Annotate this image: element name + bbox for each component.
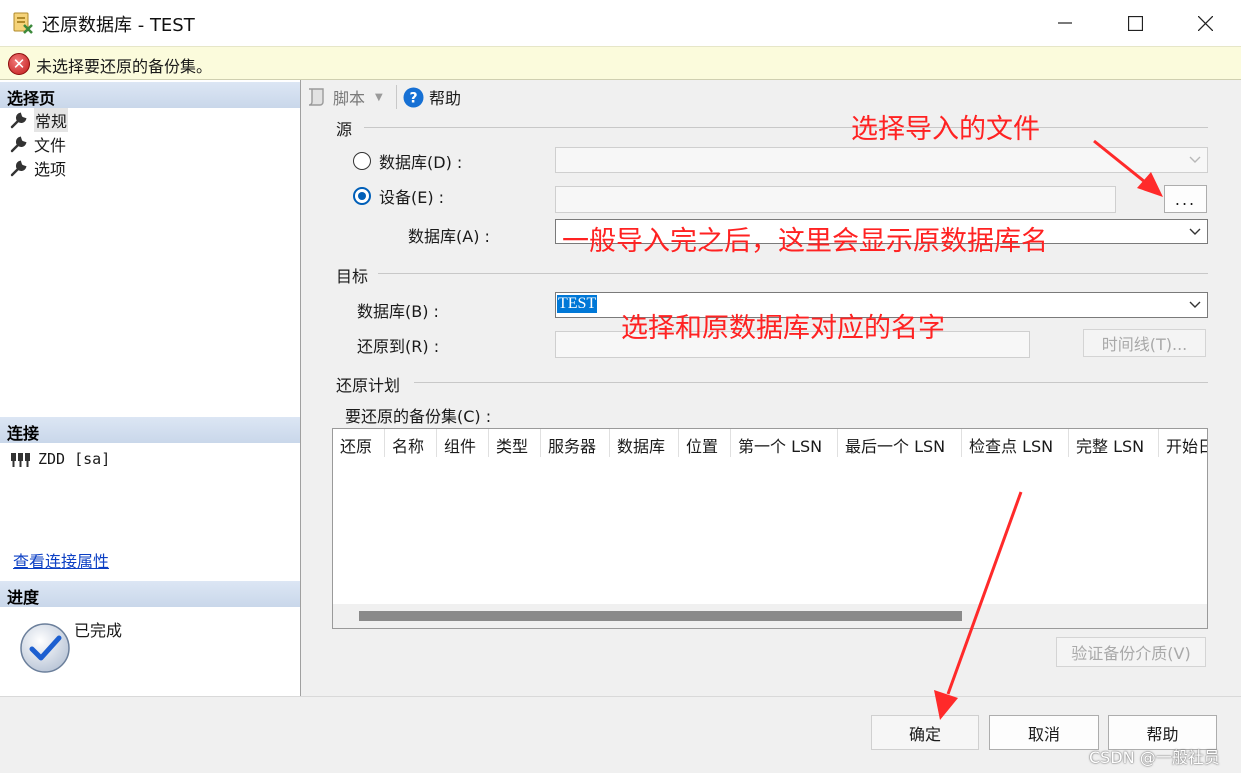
restore-to-label: 还原到(R) :: [357, 337, 440, 356]
target-db-value: TEST: [557, 295, 598, 313]
close-button[interactable]: [1170, 0, 1240, 46]
annotation-choose-name: 选择和原数据库对应的名字: [621, 313, 945, 344]
timeline-button[interactable]: 时间线(T)...: [1083, 329, 1206, 357]
source-group-divider: [364, 127, 1208, 128]
backup-sets-label: 要还原的备份集(C) :: [345, 407, 492, 426]
server-connection-icon: [11, 453, 30, 467]
column-header[interactable]: 名称: [385, 429, 437, 457]
column-header[interactable]: 位置: [679, 429, 731, 457]
source-db-label: 数据库(A) :: [408, 227, 490, 246]
connection-name: ZDD [sa]: [38, 450, 111, 468]
left-panel: 选择页 常规 文件 选项 连接 ZDD [sa] 查看连接属性 进度 已完成: [0, 80, 301, 696]
connection-item: ZDD [sa]: [10, 448, 110, 470]
maximize-icon: [1127, 15, 1143, 31]
backup-sets-table[interactable]: 还原 名称 组件 类型 服务器 数据库 位置 第一个 LSN 最后一个 LSN …: [332, 428, 1208, 629]
maximize-button[interactable]: [1100, 0, 1170, 46]
source-device-path-field[interactable]: [555, 186, 1116, 213]
column-header[interactable]: 第一个 LSN: [731, 429, 838, 457]
error-message-bar: ✕ 未选择要还原的备份集。: [0, 46, 1241, 80]
scrollbar-thumb[interactable]: [359, 611, 962, 621]
browse-device-button[interactable]: ...: [1164, 185, 1207, 213]
script-label: 脚本: [333, 89, 366, 108]
help-icon: ?: [403, 87, 424, 107]
wrench-icon: [10, 112, 27, 129]
table-header: 还原 名称 组件 类型 服务器 数据库 位置 第一个 LSN 最后一个 LSN …: [333, 429, 1207, 457]
annotation-select-file: 选择导入的文件: [851, 114, 1040, 145]
source-device-radio[interactable]: 设备(E) :: [353, 184, 444, 208]
page-item-label: 常规: [34, 108, 69, 132]
cancel-button[interactable]: 取消: [989, 715, 1099, 750]
chevron-down-icon: [1189, 228, 1201, 235]
window-title: 还原数据库 - TEST: [42, 15, 195, 36]
help-toolbar-label: 帮助: [429, 89, 462, 108]
column-header[interactable]: 类型: [489, 429, 541, 457]
error-x-icon: ✕: [8, 53, 30, 75]
column-header[interactable]: 数据库: [610, 429, 679, 457]
chevron-down-icon: [1189, 156, 1201, 163]
target-db-label: 数据库(B) :: [357, 302, 439, 321]
script-button[interactable]: 脚本 ▼: [305, 85, 383, 109]
radio-button-selected[interactable]: [353, 187, 371, 205]
column-header[interactable]: 完整 LSN: [1069, 429, 1159, 457]
page-item-general[interactable]: 常规: [10, 108, 69, 132]
chevron-down-icon: [1189, 301, 1201, 308]
annotation-after-import: 一般导入完之后，这里会显示原数据库名: [562, 226, 1048, 257]
minimize-button[interactable]: [1030, 0, 1100, 46]
completed-check-icon: [20, 623, 70, 673]
verify-backup-media-button[interactable]: 验证备份介质(V): [1056, 637, 1206, 667]
column-header[interactable]: 检查点 LSN: [962, 429, 1069, 457]
restore-database-icon: [13, 12, 33, 34]
close-icon: [1197, 15, 1213, 31]
error-message-text: 未选择要还原的备份集。: [36, 57, 213, 76]
restore-plan-group-label: 还原计划: [336, 376, 401, 395]
page-item-options[interactable]: 选项: [10, 157, 66, 179]
column-header[interactable]: 组件: [437, 429, 489, 457]
title-bar: 还原数据库 - TEST: [0, 0, 1241, 46]
source-database-dropdown[interactable]: [555, 147, 1208, 173]
target-group-divider: [378, 273, 1208, 274]
column-header[interactable]: 最后一个 LSN: [838, 429, 962, 457]
view-connection-properties-link[interactable]: 查看连接属性: [13, 548, 109, 572]
toolbar-separator: [396, 85, 397, 109]
wrench-icon: [10, 160, 27, 177]
source-database-label: 数据库(D) :: [379, 153, 463, 172]
column-header[interactable]: 开始日: [1159, 429, 1207, 457]
script-icon: [308, 88, 324, 106]
connection-header: 连接: [0, 417, 300, 443]
svg-text:?: ?: [409, 90, 417, 106]
watermark: CSDN @一般社员: [1089, 748, 1220, 767]
radio-button[interactable]: [353, 152, 371, 170]
help-toolbar-button[interactable]: ? 帮助: [403, 85, 461, 109]
select-page-header: 选择页: [0, 82, 300, 108]
wrench-icon: [10, 136, 27, 153]
page-item-files[interactable]: 文件: [10, 133, 66, 155]
column-header[interactable]: 服务器: [541, 429, 610, 457]
column-header[interactable]: 还原: [333, 429, 385, 457]
progress-header: 进度: [0, 581, 300, 607]
chevron-down-icon[interactable]: ▼: [375, 92, 383, 103]
target-group-label: 目标: [336, 267, 369, 286]
minimize-icon: [1058, 22, 1072, 24]
source-group-label: 源: [336, 120, 353, 139]
page-item-label: 选项: [34, 160, 67, 179]
ok-button[interactable]: 确定: [871, 715, 979, 750]
page-item-label: 文件: [34, 136, 67, 155]
source-database-radio[interactable]: 数据库(D) :: [353, 149, 462, 173]
source-device-label: 设备(E) :: [379, 188, 445, 207]
progress-status: 已完成: [74, 621, 123, 640]
restore-plan-group-divider: [414, 382, 1208, 383]
